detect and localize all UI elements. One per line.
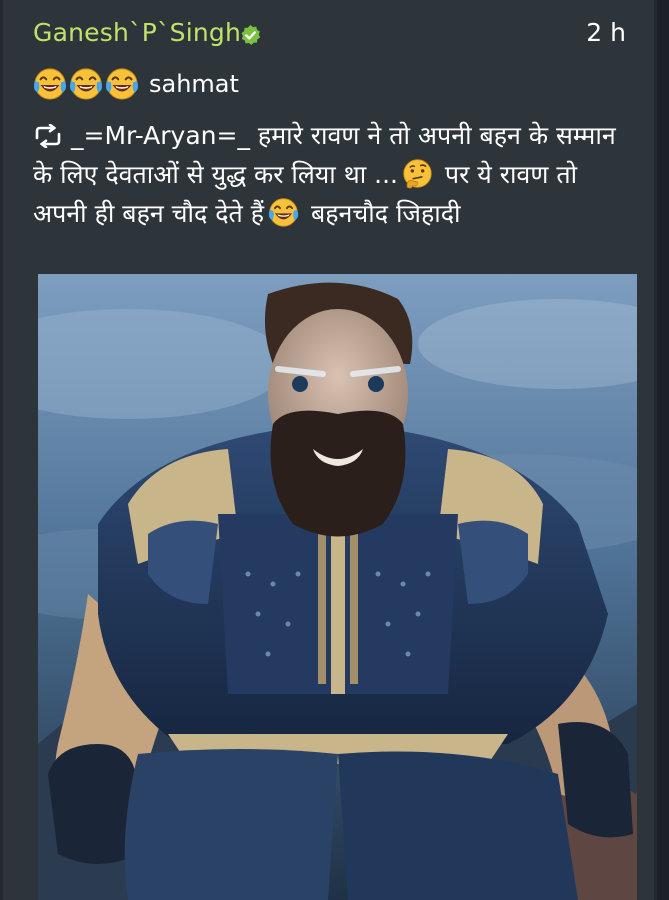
post-text-line: के लिए देवताओं से युद्ध कर लिया था ... प… <box>33 155 633 194</box>
repost-author[interactable]: _=Mr-Aryan=_ <box>71 121 250 150</box>
reaction-text: sahmat <box>149 70 239 98</box>
face-with-tears-of-joy-icon <box>69 67 103 101</box>
post-text-segment: के लिए देवताओं से युद्ध कर लिया था ... <box>33 160 398 189</box>
post-text-segment: पर ये रावण तो <box>436 160 578 189</box>
author-name[interactable]: Ganesh`P`Singh <box>33 18 241 47</box>
post-text-line: _=Mr-Aryan=_ हमारे रावण ने तो अपनी बहन क… <box>33 116 633 155</box>
post-card: Ganesh`P`Singh 2 h sahmat _=Mr-Aryan=_ ह… <box>0 0 657 900</box>
post-text-segment: अपनी ही बहन चौद देते हैं <box>33 199 264 228</box>
post-image[interactable] <box>38 274 637 900</box>
post-text-segment: बहनचौद जिहादी <box>303 199 461 228</box>
post-image-illustration <box>38 274 637 900</box>
post-text-line: अपनी ही बहन चौद देते हैं बहनचौद जिहादी <box>33 194 633 233</box>
reaction-line: sahmat <box>33 66 239 102</box>
face-with-tears-of-joy-icon <box>33 67 67 101</box>
face-with-tears-of-joy-icon <box>105 67 139 101</box>
post-text-segment: हमारे रावण ने तो अपनी बहन के सम्मान <box>249 121 616 150</box>
face-with-tears-of-joy-icon <box>268 197 299 228</box>
post-body: _=Mr-Aryan=_ हमारे रावण ने तो अपनी बहन क… <box>33 116 633 233</box>
post-header: Ganesh`P`Singh 2 h <box>33 18 626 54</box>
post-time: 2 h <box>586 18 626 47</box>
verified-badge-icon <box>241 24 261 45</box>
thinking-face-icon <box>402 158 433 189</box>
repost-icon <box>35 124 61 148</box>
